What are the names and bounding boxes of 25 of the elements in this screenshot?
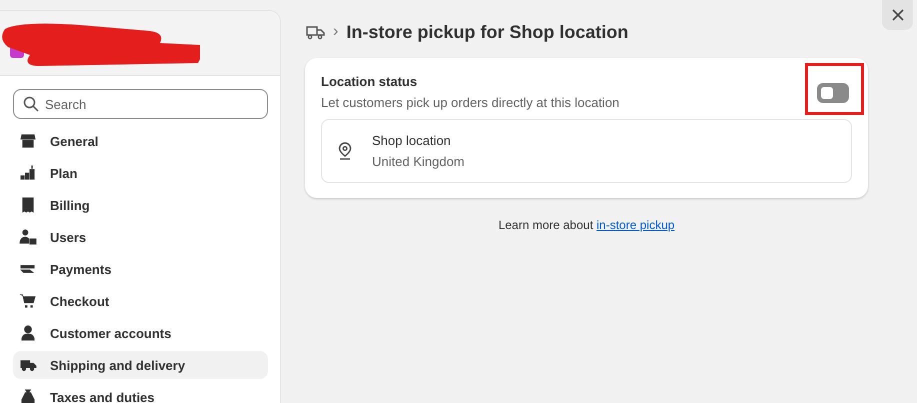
location-card[interactable]: Shop location United Kingdom bbox=[321, 119, 852, 183]
help-link[interactable]: in-store pickup bbox=[596, 218, 675, 232]
nav-item[interactable]: Checkout bbox=[13, 287, 268, 315]
search-field[interactable]: Search bbox=[13, 89, 268, 119]
nav-item[interactable]: Users bbox=[13, 223, 268, 251]
location-country: United Kingdom bbox=[372, 154, 464, 169]
nav-item[interactable]: Payments bbox=[13, 255, 268, 283]
help-text: Learn more about in-store pickup bbox=[497, 218, 676, 232]
page-title: In-store pickup for Shop location bbox=[346, 22, 628, 42]
nav-item[interactable]: Plan bbox=[13, 159, 268, 187]
location-name: Shop location bbox=[372, 133, 452, 148]
location-pin-icon bbox=[338, 142, 352, 160]
section-description: Let customers pick up orders directly at this location bbox=[321, 95, 620, 110]
section-title: Location status bbox=[321, 74, 418, 89]
nav-item[interactable]: Taxes and duties bbox=[13, 383, 268, 403]
nav-item[interactable]: Customer accounts bbox=[13, 319, 268, 347]
breadcrumb-separator: › bbox=[333, 23, 338, 41]
close-button[interactable] bbox=[882, 0, 913, 30]
close-icon bbox=[892, 9, 904, 21]
truck-icon bbox=[305, 24, 325, 40]
toggle-switch[interactable] bbox=[817, 83, 849, 103]
nav-item[interactable]: General bbox=[13, 127, 268, 155]
nav-item[interactable]: Shipping and delivery bbox=[13, 351, 268, 379]
search-icon bbox=[23, 96, 39, 112]
nav-item[interactable]: Billing bbox=[13, 191, 268, 219]
